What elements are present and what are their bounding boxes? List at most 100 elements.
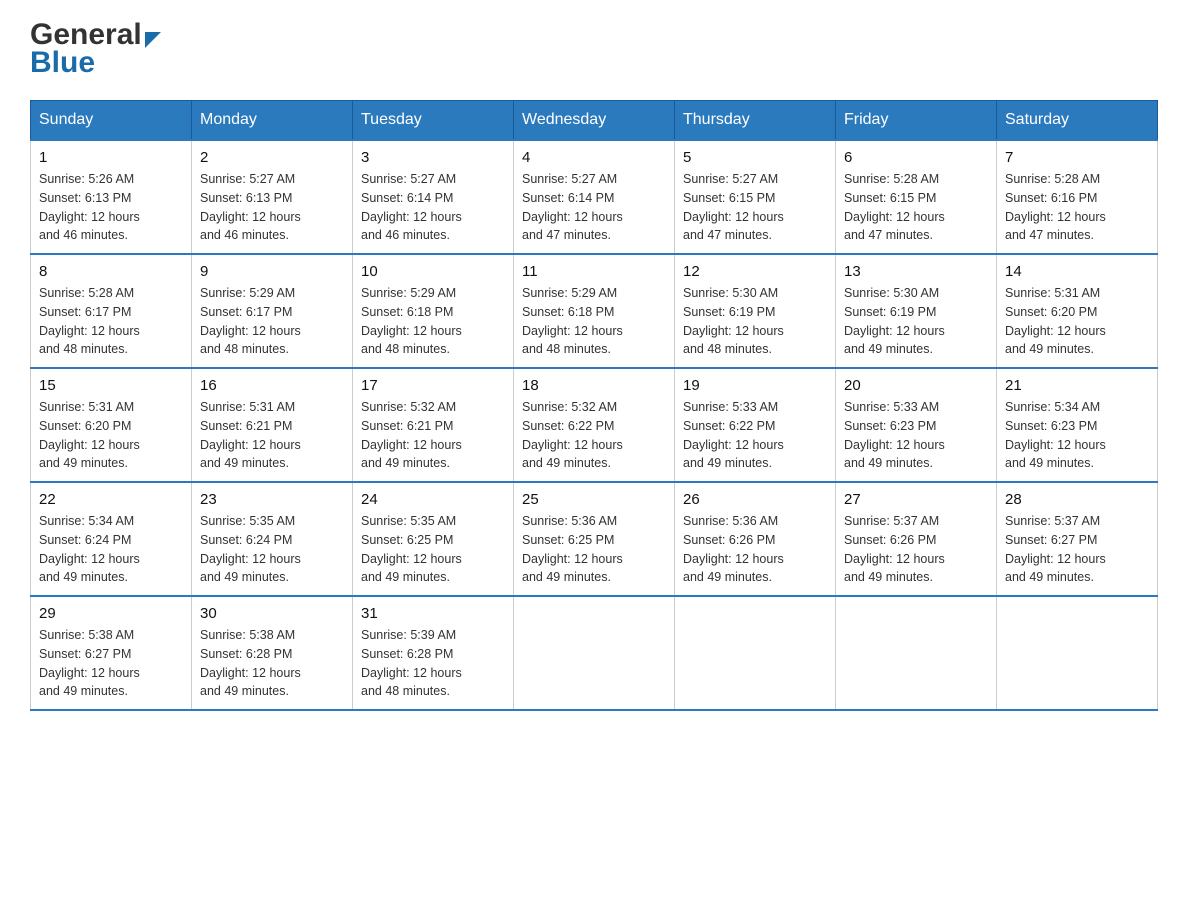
- day-info: Sunrise: 5:28 AM Sunset: 6:16 PM Dayligh…: [1005, 170, 1149, 245]
- calendar-week-row: 15 Sunrise: 5:31 AM Sunset: 6:20 PM Dayl…: [31, 368, 1158, 482]
- calendar-week-row: 1 Sunrise: 5:26 AM Sunset: 6:13 PM Dayli…: [31, 140, 1158, 254]
- day-number: 19: [683, 377, 827, 394]
- day-info: Sunrise: 5:31 AM Sunset: 6:21 PM Dayligh…: [200, 398, 344, 473]
- day-info: Sunrise: 5:37 AM Sunset: 6:26 PM Dayligh…: [844, 512, 988, 587]
- calendar-cell: 21 Sunrise: 5:34 AM Sunset: 6:23 PM Dayl…: [997, 368, 1158, 482]
- calendar-cell: 11 Sunrise: 5:29 AM Sunset: 6:18 PM Dayl…: [514, 254, 675, 368]
- day-number: 15: [39, 377, 183, 394]
- day-number: 14: [1005, 263, 1149, 280]
- calendar-cell: 1 Sunrise: 5:26 AM Sunset: 6:13 PM Dayli…: [31, 140, 192, 254]
- calendar-cell: 31 Sunrise: 5:39 AM Sunset: 6:28 PM Dayl…: [353, 596, 514, 710]
- day-number: 11: [522, 263, 666, 280]
- calendar-cell: 24 Sunrise: 5:35 AM Sunset: 6:25 PM Dayl…: [353, 482, 514, 596]
- day-info: Sunrise: 5:36 AM Sunset: 6:26 PM Dayligh…: [683, 512, 827, 587]
- day-info: Sunrise: 5:27 AM Sunset: 6:14 PM Dayligh…: [522, 170, 666, 245]
- weekday-header-row: SundayMondayTuesdayWednesdayThursdayFrid…: [31, 101, 1158, 141]
- logo: General Blue: [30, 20, 161, 80]
- day-number: 31: [361, 605, 505, 622]
- day-number: 24: [361, 491, 505, 508]
- calendar-cell: 30 Sunrise: 5:38 AM Sunset: 6:28 PM Dayl…: [192, 596, 353, 710]
- calendar-week-row: 22 Sunrise: 5:34 AM Sunset: 6:24 PM Dayl…: [31, 482, 1158, 596]
- calendar-cell: 8 Sunrise: 5:28 AM Sunset: 6:17 PM Dayli…: [31, 254, 192, 368]
- day-number: 26: [683, 491, 827, 508]
- day-number: 13: [844, 263, 988, 280]
- weekday-header-wednesday: Wednesday: [514, 101, 675, 141]
- day-number: 4: [522, 149, 666, 166]
- day-number: 8: [39, 263, 183, 280]
- day-info: Sunrise: 5:29 AM Sunset: 6:18 PM Dayligh…: [522, 284, 666, 359]
- calendar-cell: [836, 596, 997, 710]
- day-info: Sunrise: 5:29 AM Sunset: 6:18 PM Dayligh…: [361, 284, 505, 359]
- calendar-cell: [997, 596, 1158, 710]
- calendar-cell: 28 Sunrise: 5:37 AM Sunset: 6:27 PM Dayl…: [997, 482, 1158, 596]
- day-info: Sunrise: 5:33 AM Sunset: 6:23 PM Dayligh…: [844, 398, 988, 473]
- day-number: 5: [683, 149, 827, 166]
- calendar-cell: 27 Sunrise: 5:37 AM Sunset: 6:26 PM Dayl…: [836, 482, 997, 596]
- calendar-cell: 22 Sunrise: 5:34 AM Sunset: 6:24 PM Dayl…: [31, 482, 192, 596]
- day-number: 16: [200, 377, 344, 394]
- weekday-header-thursday: Thursday: [675, 101, 836, 141]
- calendar-cell: 3 Sunrise: 5:27 AM Sunset: 6:14 PM Dayli…: [353, 140, 514, 254]
- day-number: 28: [1005, 491, 1149, 508]
- day-number: 30: [200, 605, 344, 622]
- day-info: Sunrise: 5:28 AM Sunset: 6:17 PM Dayligh…: [39, 284, 183, 359]
- day-info: Sunrise: 5:31 AM Sunset: 6:20 PM Dayligh…: [1005, 284, 1149, 359]
- day-number: 21: [1005, 377, 1149, 394]
- logo-arrow-icon: [145, 32, 161, 48]
- calendar-week-row: 29 Sunrise: 5:38 AM Sunset: 6:27 PM Dayl…: [31, 596, 1158, 710]
- day-info: Sunrise: 5:39 AM Sunset: 6:28 PM Dayligh…: [361, 626, 505, 701]
- calendar-cell: 9 Sunrise: 5:29 AM Sunset: 6:17 PM Dayli…: [192, 254, 353, 368]
- calendar-cell: 25 Sunrise: 5:36 AM Sunset: 6:25 PM Dayl…: [514, 482, 675, 596]
- calendar-cell: [675, 596, 836, 710]
- day-number: 23: [200, 491, 344, 508]
- calendar-cell: 6 Sunrise: 5:28 AM Sunset: 6:15 PM Dayli…: [836, 140, 997, 254]
- calendar-cell: 10 Sunrise: 5:29 AM Sunset: 6:18 PM Dayl…: [353, 254, 514, 368]
- page-header: General Blue: [30, 20, 1158, 80]
- day-info: Sunrise: 5:37 AM Sunset: 6:27 PM Dayligh…: [1005, 512, 1149, 587]
- day-number: 22: [39, 491, 183, 508]
- calendar-cell: 2 Sunrise: 5:27 AM Sunset: 6:13 PM Dayli…: [192, 140, 353, 254]
- calendar-cell: 18 Sunrise: 5:32 AM Sunset: 6:22 PM Dayl…: [514, 368, 675, 482]
- day-number: 2: [200, 149, 344, 166]
- day-number: 20: [844, 377, 988, 394]
- day-info: Sunrise: 5:29 AM Sunset: 6:17 PM Dayligh…: [200, 284, 344, 359]
- calendar-cell: 26 Sunrise: 5:36 AM Sunset: 6:26 PM Dayl…: [675, 482, 836, 596]
- weekday-header-friday: Friday: [836, 101, 997, 141]
- day-number: 9: [200, 263, 344, 280]
- day-info: Sunrise: 5:27 AM Sunset: 6:14 PM Dayligh…: [361, 170, 505, 245]
- day-info: Sunrise: 5:35 AM Sunset: 6:25 PM Dayligh…: [361, 512, 505, 587]
- calendar-cell: 16 Sunrise: 5:31 AM Sunset: 6:21 PM Dayl…: [192, 368, 353, 482]
- day-number: 29: [39, 605, 183, 622]
- logo-blue: Blue: [30, 46, 95, 80]
- calendar-cell: 17 Sunrise: 5:32 AM Sunset: 6:21 PM Dayl…: [353, 368, 514, 482]
- day-number: 18: [522, 377, 666, 394]
- day-number: 27: [844, 491, 988, 508]
- calendar-cell: 15 Sunrise: 5:31 AM Sunset: 6:20 PM Dayl…: [31, 368, 192, 482]
- day-number: 25: [522, 491, 666, 508]
- day-info: Sunrise: 5:26 AM Sunset: 6:13 PM Dayligh…: [39, 170, 183, 245]
- day-info: Sunrise: 5:31 AM Sunset: 6:20 PM Dayligh…: [39, 398, 183, 473]
- calendar-week-row: 8 Sunrise: 5:28 AM Sunset: 6:17 PM Dayli…: [31, 254, 1158, 368]
- day-info: Sunrise: 5:34 AM Sunset: 6:24 PM Dayligh…: [39, 512, 183, 587]
- day-info: Sunrise: 5:33 AM Sunset: 6:22 PM Dayligh…: [683, 398, 827, 473]
- weekday-header-tuesday: Tuesday: [353, 101, 514, 141]
- day-info: Sunrise: 5:32 AM Sunset: 6:21 PM Dayligh…: [361, 398, 505, 473]
- calendar-cell: 12 Sunrise: 5:30 AM Sunset: 6:19 PM Dayl…: [675, 254, 836, 368]
- day-info: Sunrise: 5:27 AM Sunset: 6:13 PM Dayligh…: [200, 170, 344, 245]
- day-number: 1: [39, 149, 183, 166]
- calendar-table: SundayMondayTuesdayWednesdayThursdayFrid…: [30, 100, 1158, 711]
- day-info: Sunrise: 5:28 AM Sunset: 6:15 PM Dayligh…: [844, 170, 988, 245]
- calendar-cell: 20 Sunrise: 5:33 AM Sunset: 6:23 PM Dayl…: [836, 368, 997, 482]
- day-number: 10: [361, 263, 505, 280]
- day-info: Sunrise: 5:34 AM Sunset: 6:23 PM Dayligh…: [1005, 398, 1149, 473]
- day-info: Sunrise: 5:30 AM Sunset: 6:19 PM Dayligh…: [683, 284, 827, 359]
- calendar-cell: 19 Sunrise: 5:33 AM Sunset: 6:22 PM Dayl…: [675, 368, 836, 482]
- calendar-cell: 13 Sunrise: 5:30 AM Sunset: 6:19 PM Dayl…: [836, 254, 997, 368]
- calendar-cell: 7 Sunrise: 5:28 AM Sunset: 6:16 PM Dayli…: [997, 140, 1158, 254]
- day-number: 7: [1005, 149, 1149, 166]
- day-info: Sunrise: 5:38 AM Sunset: 6:28 PM Dayligh…: [200, 626, 344, 701]
- day-info: Sunrise: 5:30 AM Sunset: 6:19 PM Dayligh…: [844, 284, 988, 359]
- day-info: Sunrise: 5:35 AM Sunset: 6:24 PM Dayligh…: [200, 512, 344, 587]
- calendar-cell: 29 Sunrise: 5:38 AM Sunset: 6:27 PM Dayl…: [31, 596, 192, 710]
- day-info: Sunrise: 5:38 AM Sunset: 6:27 PM Dayligh…: [39, 626, 183, 701]
